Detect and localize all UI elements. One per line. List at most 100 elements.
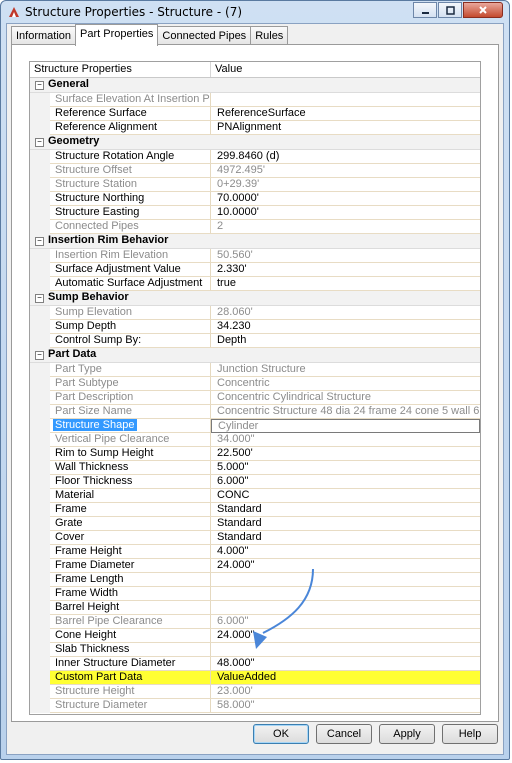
property-value-cell[interactable]: 58.000" bbox=[211, 699, 480, 713]
property-value-cell[interactable]: 28.060' bbox=[211, 306, 480, 320]
collapse-icon[interactable]: − bbox=[35, 294, 44, 303]
property-value-cell[interactable]: 299.8460 (d) bbox=[211, 150, 480, 164]
property-value-cell[interactable]: PNAlignment bbox=[211, 121, 480, 135]
property-row[interactable]: Cover Standard bbox=[30, 531, 480, 545]
property-row[interactable]: Frame Height 4.000" bbox=[30, 545, 480, 559]
property-name-cell[interactable]: Structure Easting bbox=[50, 206, 211, 220]
property-row[interactable]: Material CONC bbox=[30, 489, 480, 503]
property-row[interactable]: Cone Height 24.000" bbox=[30, 629, 480, 643]
category-row[interactable]: − Part Data bbox=[30, 348, 480, 363]
property-name-cell[interactable]: Grate bbox=[50, 517, 211, 531]
property-row[interactable]: Frame Length bbox=[30, 573, 480, 587]
property-name-cell[interactable]: Floor Thickness bbox=[50, 475, 211, 489]
collapse-icon[interactable]: − bbox=[35, 237, 44, 246]
property-value-cell[interactable]: Concentric bbox=[211, 377, 480, 391]
tab-connected-pipes[interactable]: Connected Pipes bbox=[157, 26, 252, 46]
header-value[interactable]: Value bbox=[211, 62, 480, 77]
property-row[interactable]: Part Subtype Concentric bbox=[30, 377, 480, 391]
property-row[interactable]: Connected Pipes 2 bbox=[30, 220, 480, 234]
property-name-cell[interactable]: Reference Surface bbox=[50, 107, 211, 121]
property-row[interactable]: Grate Standard bbox=[30, 517, 480, 531]
property-value-cell[interactable] bbox=[211, 643, 480, 657]
property-value-cell[interactable]: 23.000' bbox=[211, 685, 480, 699]
property-value-cell[interactable]: Standard bbox=[211, 517, 480, 531]
property-name-cell[interactable]: Frame Width bbox=[50, 587, 211, 601]
cancel-button[interactable]: Cancel bbox=[316, 724, 372, 744]
property-name-cell[interactable]: Frame bbox=[50, 503, 211, 517]
category-row[interactable]: − General bbox=[30, 78, 480, 93]
property-value-cell[interactable]: CONC bbox=[211, 489, 480, 503]
property-row[interactable]: Reference Surface ReferenceSurface bbox=[30, 107, 480, 121]
property-row[interactable]: Barrel Height bbox=[30, 601, 480, 615]
property-row[interactable]: Inner Structure Diameter 48.000" bbox=[30, 657, 480, 671]
property-row[interactable]: Rim to Sump Height 22.500' bbox=[30, 447, 480, 461]
property-row[interactable]: Structure Rotation Angle 299.8460 (d) bbox=[30, 150, 480, 164]
property-value-cell[interactable]: 2.330' bbox=[211, 263, 480, 277]
tab-information[interactable]: Information bbox=[11, 26, 77, 46]
property-name-cell[interactable]: Rim to Sump Height bbox=[50, 447, 211, 461]
property-row[interactable]: Structure Offset 4972.495' bbox=[30, 164, 480, 178]
property-name-cell[interactable]: Insertion Rim Elevation bbox=[50, 249, 211, 263]
property-value-cell[interactable]: 50.560' bbox=[211, 249, 480, 263]
property-row[interactable]: Slab Thickness bbox=[30, 643, 480, 657]
property-row[interactable]: Barrel Pipe Clearance 6.000" bbox=[30, 615, 480, 629]
property-row[interactable]: Part Type Junction Structure bbox=[30, 363, 480, 377]
property-value-cell[interactable]: Concentric Cylindrical Structure bbox=[211, 391, 480, 405]
property-value-cell[interactable] bbox=[211, 601, 480, 615]
apply-button[interactable]: Apply bbox=[379, 724, 435, 744]
property-row[interactable]: Insertion Rim Elevation 50.560' bbox=[30, 249, 480, 263]
property-name-cell[interactable]: Structure Shape bbox=[50, 419, 211, 433]
title-bar[interactable]: Structure Properties - Structure - (7) bbox=[1, 1, 509, 23]
property-value-cell[interactable]: 4972.495' bbox=[211, 164, 480, 178]
property-value-cell[interactable]: 6.000" bbox=[211, 475, 480, 489]
property-value-cell[interactable]: true bbox=[211, 277, 480, 291]
property-value-cell[interactable]: 5.000" bbox=[211, 461, 480, 475]
property-row[interactable]: Vertical Pipe Clearance 34.000" bbox=[30, 433, 480, 447]
tab-rules[interactable]: Rules bbox=[250, 26, 289, 46]
property-name-cell[interactable]: Control Sump By: bbox=[50, 334, 211, 348]
property-row[interactable]: Structure Diameter 58.000" bbox=[30, 699, 480, 713]
property-value-cell[interactable]: 0+29.39' bbox=[211, 178, 480, 192]
property-value-cell[interactable]: 24.000" bbox=[211, 629, 480, 643]
property-row[interactable]: Custom Part Data ValueAdded bbox=[30, 671, 480, 685]
property-grid[interactable]: Structure Properties Value − General Surfa… bbox=[29, 61, 481, 715]
property-name-cell[interactable]: Automatic Surface Adjustment bbox=[50, 277, 211, 291]
category-row[interactable]: − Geometry bbox=[30, 135, 480, 150]
property-row[interactable]: Wall Thickness 5.000" bbox=[30, 461, 480, 475]
property-value-cell[interactable]: Depth bbox=[211, 334, 480, 348]
property-value-cell[interactable] bbox=[211, 93, 480, 107]
close-button[interactable] bbox=[463, 2, 503, 18]
tab-part-properties[interactable]: Part Properties bbox=[75, 24, 159, 46]
property-name-cell[interactable]: Structure Northing bbox=[50, 192, 211, 206]
property-row[interactable]: Control Sump By: Depth bbox=[30, 334, 480, 348]
property-value-cell[interactable]: 4.000" bbox=[211, 545, 480, 559]
property-row[interactable]: Sump Elevation 28.060' bbox=[30, 306, 480, 320]
property-name-cell[interactable]: Inner Structure Diameter bbox=[50, 657, 211, 671]
property-row[interactable]: Automatic Surface Adjustment true bbox=[30, 277, 480, 291]
property-row[interactable]: Frame Standard bbox=[30, 503, 480, 517]
property-name-cell[interactable]: Material bbox=[50, 489, 211, 503]
property-value-cell[interactable]: Concentric Structure 48 dia 24 frame 24 … bbox=[211, 405, 480, 419]
property-name-cell[interactable]: Custom Part Data bbox=[50, 671, 211, 685]
property-name-cell[interactable]: Part Subtype bbox=[50, 377, 211, 391]
property-row[interactable]: Structure Station 0+29.39' bbox=[30, 178, 480, 192]
property-name-cell[interactable]: Vertical Pipe Clearance bbox=[50, 433, 211, 447]
property-name-cell[interactable]: Slab Thickness bbox=[50, 643, 211, 657]
property-row[interactable]: Part Size Name Concentric Structure 48 di… bbox=[30, 405, 480, 419]
property-value-cell[interactable]: Standard bbox=[211, 531, 480, 545]
property-value-editor[interactable]: Cylinder bbox=[211, 419, 480, 433]
ok-button[interactable]: OK bbox=[253, 724, 309, 744]
property-value-cell[interactable]: Junction Structure bbox=[211, 363, 480, 377]
property-row[interactable]: Frame Diameter 24.000" bbox=[30, 559, 480, 573]
property-value-cell[interactable]: ReferenceSurface bbox=[211, 107, 480, 121]
property-row[interactable]: Structure Easting 10.0000' bbox=[30, 206, 480, 220]
property-name-cell[interactable]: Frame Height bbox=[50, 545, 211, 559]
property-value-cell[interactable] bbox=[211, 573, 480, 587]
property-name-cell[interactable]: Wall Thickness bbox=[50, 461, 211, 475]
property-value-cell[interactable]: 34.230 bbox=[211, 320, 480, 334]
property-value-cell[interactable]: 22.500' bbox=[211, 447, 480, 461]
property-row[interactable]: Structure Shape Cylinder bbox=[30, 419, 480, 433]
property-row[interactable]: Surface Elevation At Insertion Point bbox=[30, 93, 480, 107]
property-name-cell[interactable]: Reference Alignment bbox=[50, 121, 211, 135]
property-row[interactable]: Frame Width bbox=[30, 587, 480, 601]
